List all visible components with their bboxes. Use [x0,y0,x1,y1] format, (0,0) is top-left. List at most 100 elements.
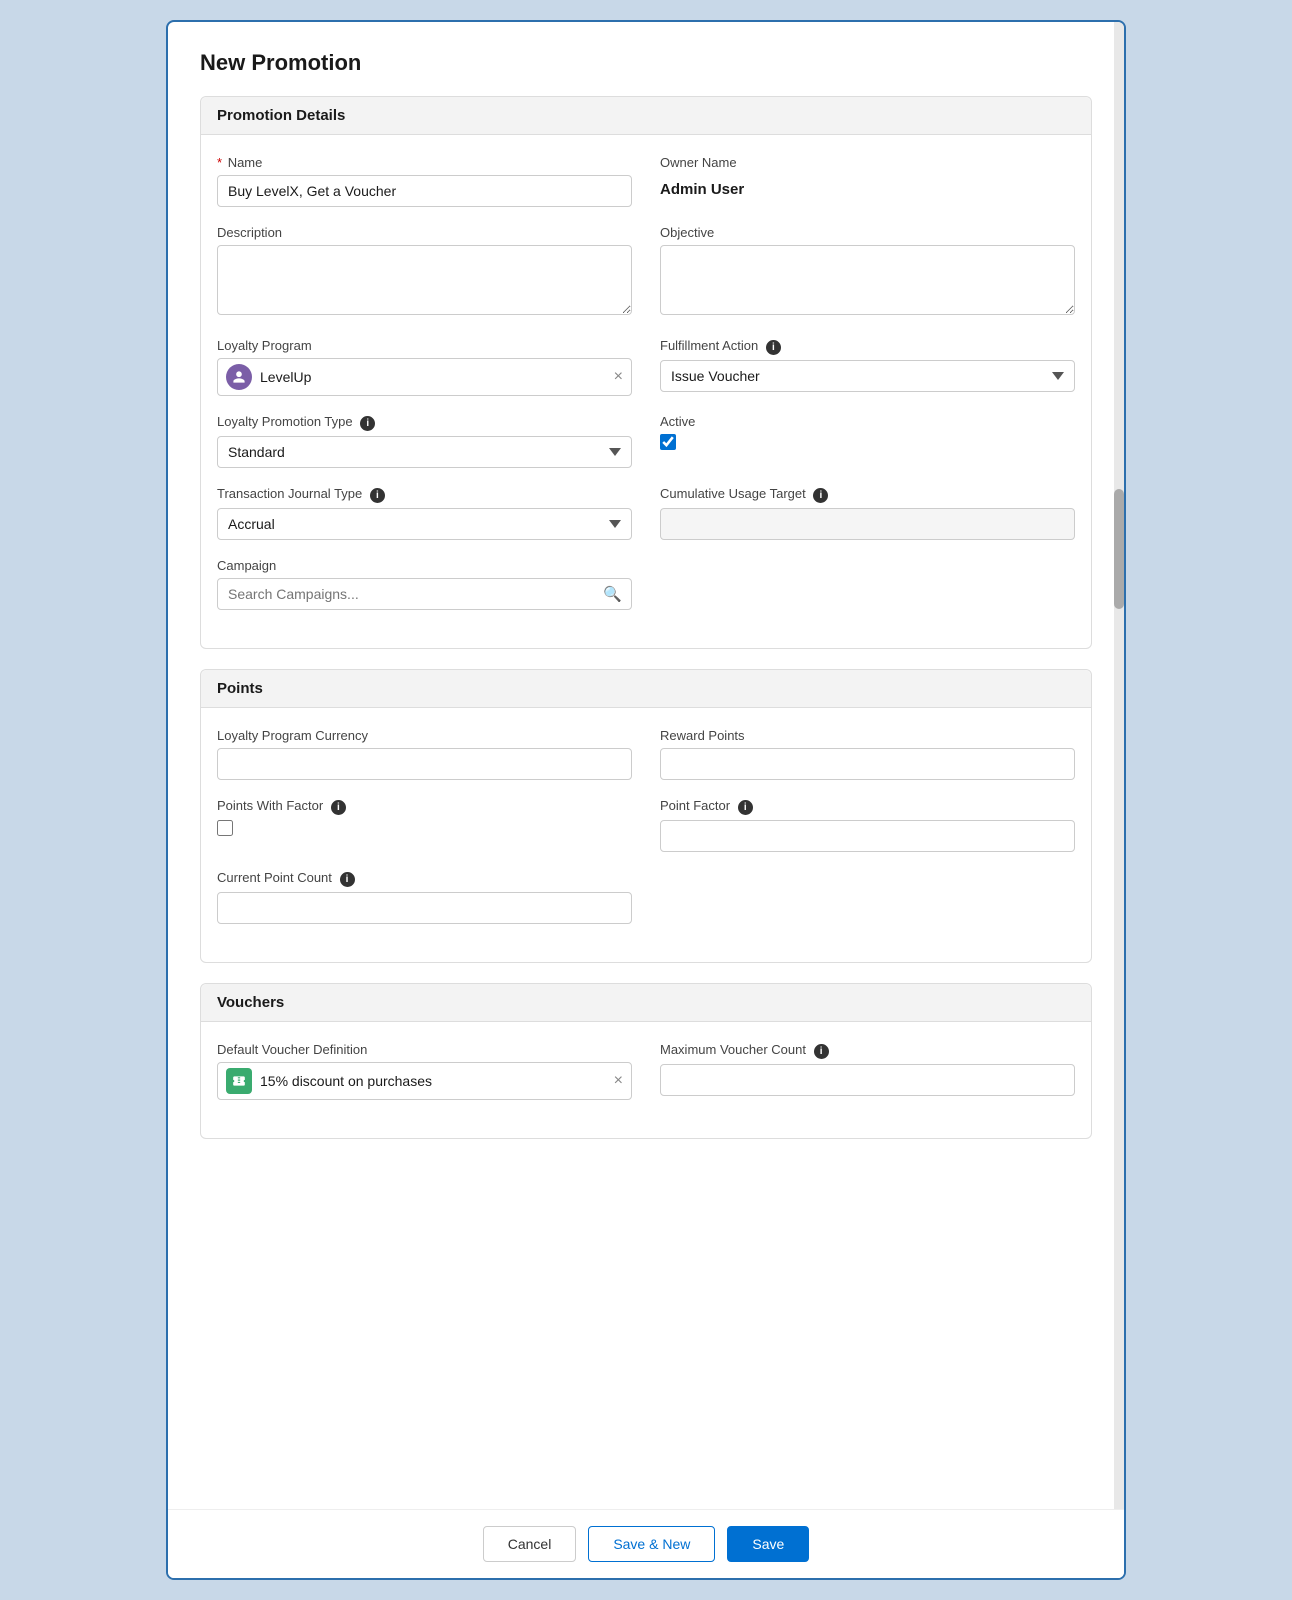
required-star: * [217,155,222,170]
fulfillment-action-label: Fulfillment Action i [660,338,1075,355]
vouchers-section: Vouchers Default Voucher Definition 15% … [200,983,1092,1139]
col-loyalty-program-currency: Loyalty Program Currency [217,728,632,780]
default-voucher-definition-label: Default Voucher Definition [217,1042,632,1057]
promotion-details-body: * Name Owner Name Admin User Description [201,135,1091,648]
maximum-voucher-count-label: Maximum Voucher Count i [660,1042,1075,1059]
points-section: Points Loyalty Program Currency Reward P… [200,669,1092,963]
point-factor-input[interactable] [660,820,1075,852]
point-factor-label: Point Factor i [660,798,1075,815]
row-desc-obj: Description Objective [217,225,1075,320]
loyalty-program-name: LevelUp [260,369,614,385]
loyalty-program-icon [226,364,252,390]
cancel-button[interactable]: Cancel [483,1526,577,1562]
col-points-with-factor: Points With Factor i [217,798,632,852]
row-campaign: Campaign 🔍 [217,558,1075,610]
fulfillment-action-select[interactable]: Issue Voucher Other [660,360,1075,392]
loyalty-program-clear-icon[interactable]: × [614,369,623,385]
col-reward-points: Reward Points [660,728,1075,780]
points-body: Loyalty Program Currency Reward Points P… [201,708,1091,962]
active-label: Active [660,414,1075,429]
scrollbar-track[interactable] [1114,22,1124,1578]
row-lpt-active: Loyalty Promotion Type i Standard Advanc… [217,414,1075,468]
col-campaign: Campaign 🔍 [217,558,632,610]
active-checkbox-row [660,434,1075,450]
maximum-voucher-count-input[interactable] [660,1064,1075,1096]
col-cumulative-usage-target: Cumulative Usage Target i [660,486,1075,540]
transaction-journal-type-label: Transaction Journal Type i [217,486,632,503]
name-input[interactable] [217,175,632,207]
mvc-info-icon: i [814,1044,829,1059]
loyalty-promotion-type-select[interactable]: Standard Advanced [217,436,632,468]
scrollbar-thumb[interactable] [1114,489,1124,609]
points-with-factor-label: Points With Factor i [217,798,632,815]
col-description: Description [217,225,632,320]
name-label: * Name [217,155,632,170]
loyalty-program-currency-input[interactable] [217,748,632,780]
description-textarea[interactable] [217,245,632,315]
objective-textarea[interactable] [660,245,1075,315]
col-active: Active [660,414,1075,468]
owner-value: Admin User [660,175,1075,198]
row-lpc-rp: Loyalty Program Currency Reward Points [217,728,1075,780]
current-point-count-input[interactable] [217,892,632,924]
points-header: Points [201,670,1091,708]
row-cpc: Current Point Count i [217,870,1075,924]
row-pwf-pf: Points With Factor i Point Factor i [217,798,1075,852]
col-loyalty-program: Loyalty Program LevelUp × [217,338,632,396]
tjt-info-icon: i [370,488,385,503]
lpt-info-icon: i [360,416,375,431]
col-fulfillment-action: Fulfillment Action i Issue Voucher Other [660,338,1075,396]
reward-points-input[interactable] [660,748,1075,780]
promotion-details-section: Promotion Details * Name Owner Name Admi… [200,96,1092,649]
row-tjt-cut: Transaction Journal Type i Accrual Redem… [217,486,1075,540]
row-dvd-mvc: Default Voucher Definition 15% discount … [217,1042,1075,1100]
voucher-clear-icon[interactable]: × [614,1073,623,1089]
reward-points-label: Reward Points [660,728,1075,743]
active-checkbox[interactable] [660,434,676,450]
row-lp-fa: Loyalty Program LevelUp × Fulfillment Ac… [217,338,1075,396]
vouchers-header: Vouchers [201,984,1091,1022]
col-default-voucher-definition: Default Voucher Definition 15% discount … [217,1042,632,1100]
voucher-name: 15% discount on purchases [260,1073,614,1089]
campaign-input[interactable] [217,578,632,610]
col-cpc-spacer [660,870,1075,924]
objective-label: Objective [660,225,1075,240]
cumulative-usage-target-label: Cumulative Usage Target i [660,486,1075,503]
ticket-icon [232,1074,246,1088]
cut-info-icon: i [813,488,828,503]
points-with-factor-checkbox-row [217,820,632,836]
save-new-button[interactable]: Save & New [588,1526,715,1562]
campaign-search-icon: 🔍 [603,585,622,603]
voucher-field[interactable]: 15% discount on purchases × [217,1062,632,1100]
col-loyalty-promotion-type: Loyalty Promotion Type i Standard Advanc… [217,414,632,468]
loyalty-promotion-type-label: Loyalty Promotion Type i [217,414,632,431]
col-campaign-spacer [660,558,1075,610]
owner-label: Owner Name [660,155,1075,170]
cpc-info-icon: i [340,872,355,887]
col-owner: Owner Name Admin User [660,155,1075,207]
col-name: * Name [217,155,632,207]
cumulative-usage-target-input[interactable] [660,508,1075,540]
modal-container: New Promotion Promotion Details * Name O… [166,20,1126,1580]
row-name-owner: * Name Owner Name Admin User [217,155,1075,207]
campaign-search-field: 🔍 [217,578,632,610]
transaction-journal-type-select[interactable]: Accrual Redemption [217,508,632,540]
footer-buttons: Cancel Save & New Save [168,1509,1124,1578]
current-point-count-label: Current Point Count i [217,870,632,887]
fulfillment-action-info-icon: i [766,340,781,355]
modal-body: New Promotion Promotion Details * Name O… [168,22,1124,1259]
loyalty-program-label: Loyalty Program [217,338,632,353]
description-label: Description [217,225,632,240]
pf-info-icon: i [738,800,753,815]
save-button[interactable]: Save [727,1526,809,1562]
campaign-label: Campaign [217,558,632,573]
col-objective: Objective [660,225,1075,320]
col-current-point-count: Current Point Count i [217,870,632,924]
person-icon [232,370,246,384]
loyalty-program-field[interactable]: LevelUp × [217,358,632,396]
promotion-details-header: Promotion Details [201,97,1091,135]
page-title: New Promotion [200,50,1092,76]
points-with-factor-checkbox[interactable] [217,820,233,836]
lpc-label: Loyalty Program Currency [217,728,632,743]
pwf-info-icon: i [331,800,346,815]
